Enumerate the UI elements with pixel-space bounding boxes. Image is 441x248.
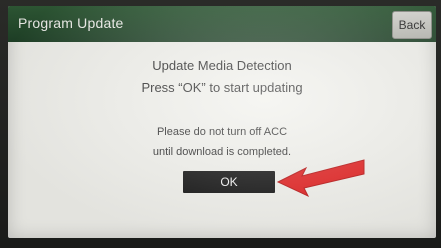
device-bezel: Program Update Back Update Media Detecti…: [0, 0, 441, 248]
warning-line-2: until download is completed.: [152, 146, 292, 158]
ok-button[interactable]: OK: [183, 171, 275, 193]
message-line-1: Update Media Detection: [152, 58, 292, 73]
back-button[interactable]: Back: [392, 11, 432, 39]
touch-screen: Program Update Back Update Media Detecti…: [8, 6, 436, 238]
message-line-2: Press “OK” to start updating: [141, 80, 303, 95]
warning-line-1: Please do not turn off ACC: [156, 126, 288, 138]
title-bar: Program Update Back: [8, 6, 436, 42]
red-arrow-icon: [276, 159, 365, 198]
page-title: Program Update: [18, 15, 124, 31]
